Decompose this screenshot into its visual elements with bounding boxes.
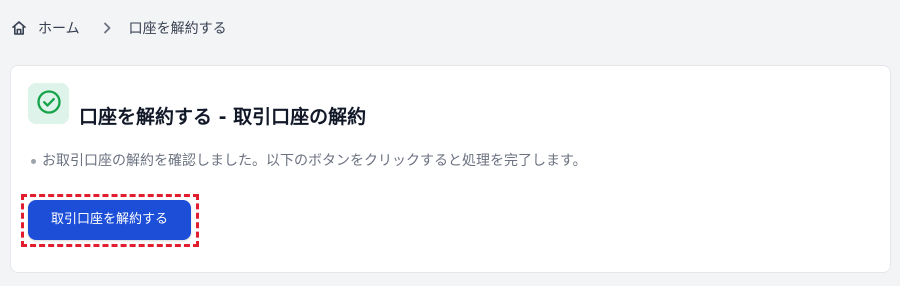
breadcrumb-home-link[interactable]: ホーム — [10, 18, 80, 38]
breadcrumb-current-page: 口座を解約する — [128, 21, 227, 37]
home-icon — [10, 19, 28, 37]
check-circle-icon — [36, 89, 62, 119]
bullet-icon — [31, 159, 36, 164]
confirmation-card: 口座を解約する - 取引口座の解約 お取引口座の解約を確認しました。以下のボタン… — [10, 65, 891, 273]
page-title: 口座を解約する - 取引口座の解約 — [79, 105, 367, 128]
breadcrumb-home-label: ホーム — [38, 21, 80, 37]
confirmation-message-text: お取引口座の解約を確認しました。以下のボタンをクリックすると処理を完了します。 — [42, 153, 587, 169]
chevron-right-icon — [100, 21, 114, 35]
message-list: お取引口座の解約を確認しました。以下のボタンをクリックすると処理を完了します。 — [11, 149, 890, 173]
success-icon-badge — [28, 83, 69, 124]
close-account-button[interactable]: 取引口座を解約する — [28, 200, 191, 240]
breadcrumb: ホーム 口座を解約する — [10, 17, 227, 39]
confirmation-message: お取引口座の解約を確認しました。以下のボタンをクリックすると処理を完了します。 — [11, 149, 890, 173]
